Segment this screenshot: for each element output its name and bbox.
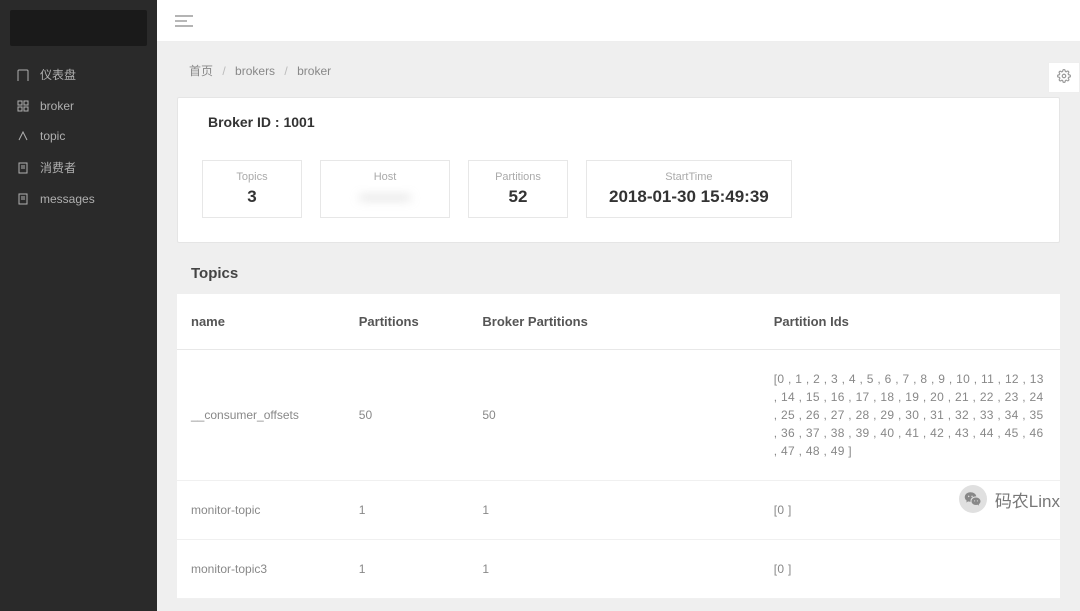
- sidebar-item-messages[interactable]: messages: [0, 184, 157, 214]
- broker-id-title: Broker ID : 1001: [178, 98, 1059, 146]
- gear-icon: [1057, 69, 1071, 83]
- cell-broker-partitions: 1: [468, 540, 759, 599]
- sidebar-item-label: 仪表盘: [40, 66, 76, 83]
- settings-button[interactable]: [1048, 62, 1080, 93]
- sidebar-item-label: topic: [40, 129, 65, 143]
- cell-partitions: 50: [345, 350, 469, 481]
- sidebar-item-label: messages: [40, 192, 95, 206]
- sidebar-item-dashboard[interactable]: 仪表盘: [0, 58, 157, 91]
- breadcrumb-home[interactable]: 首页: [189, 64, 213, 78]
- table-row[interactable]: __consumer_offsets 50 50 [0 , 1 , 2 , 3 …: [177, 350, 1060, 481]
- watermark: 码农Linx: [959, 485, 1060, 513]
- sidebar-item-label: 消费者: [40, 159, 76, 176]
- cell-name: monitor-topic: [177, 481, 345, 540]
- table-row[interactable]: monitor-topic 1 1 [0 ]: [177, 481, 1060, 540]
- cell-partition-ids: [0 ]: [760, 540, 1060, 599]
- breadcrumb-current: broker: [297, 64, 331, 78]
- logo-area: [10, 10, 147, 46]
- topics-table: name Partitions Broker Partitions Partit…: [177, 294, 1060, 599]
- stat-starttime: StartTime 2018-01-30 15:49:39: [586, 160, 792, 218]
- cell-name: __consumer_offsets: [177, 350, 345, 481]
- cell-partition-ids: [0 , 1 , 2 , 3 , 4 , 5 , 6 , 7 , 8 , 9 ,…: [760, 350, 1060, 481]
- cell-broker-partitions: 1: [468, 481, 759, 540]
- topbar: [157, 0, 1080, 42]
- menu-toggle-button[interactable]: [175, 14, 193, 28]
- breadcrumb: 首页 / brokers / broker: [177, 54, 1060, 87]
- cell-broker-partitions: 50: [468, 350, 759, 481]
- broker-info-card: Broker ID : 1001 Topics 3 Host ——— Parti…: [177, 97, 1060, 243]
- breadcrumb-brokers[interactable]: brokers: [235, 64, 275, 78]
- col-broker-partitions: Broker Partitions: [468, 294, 759, 350]
- col-name: name: [177, 294, 345, 350]
- broker-icon: [16, 99, 30, 113]
- stat-label: StartTime: [609, 171, 769, 183]
- cell-partitions: 1: [345, 540, 469, 599]
- breadcrumb-sep: /: [222, 64, 225, 78]
- sidebar: 仪表盘 broker topic 消费者 messages: [0, 0, 157, 611]
- sidebar-item-consumer[interactable]: 消费者: [0, 151, 157, 184]
- breadcrumb-sep: /: [284, 64, 287, 78]
- table-row[interactable]: monitor-topic3 1 1 [0 ]: [177, 540, 1060, 599]
- watermark-text: 码农Linx: [995, 487, 1060, 512]
- consumer-icon: [16, 161, 30, 175]
- col-partition-ids: Partition Ids: [760, 294, 1060, 350]
- cell-name: monitor-topic3: [177, 540, 345, 599]
- main: 首页 / brokers / broker Broker ID : 1001 T…: [157, 0, 1080, 611]
- sidebar-item-topic[interactable]: topic: [0, 121, 157, 151]
- topics-section-title: Topics: [177, 261, 1060, 294]
- content: 首页 / brokers / broker Broker ID : 1001 T…: [157, 42, 1080, 611]
- stat-topics: Topics 3: [202, 160, 302, 218]
- sidebar-item-broker[interactable]: broker: [0, 91, 157, 121]
- stat-value: 3: [225, 187, 279, 207]
- stat-label: Partitions: [491, 171, 545, 183]
- topic-icon: [16, 129, 30, 143]
- stat-host: Host ———: [320, 160, 450, 218]
- stat-value: 52: [491, 187, 545, 207]
- stat-partitions: Partitions 52: [468, 160, 568, 218]
- stat-label: Host: [343, 171, 427, 183]
- wechat-icon: [959, 485, 987, 513]
- messages-icon: [16, 192, 30, 206]
- dashboard-icon: [16, 68, 30, 82]
- stat-label: Topics: [225, 171, 279, 183]
- col-partitions: Partitions: [345, 294, 469, 350]
- cell-partitions: 1: [345, 481, 469, 540]
- stat-value: 2018-01-30 15:49:39: [609, 187, 769, 207]
- stat-value: ———: [343, 187, 427, 207]
- sidebar-item-label: broker: [40, 99, 74, 113]
